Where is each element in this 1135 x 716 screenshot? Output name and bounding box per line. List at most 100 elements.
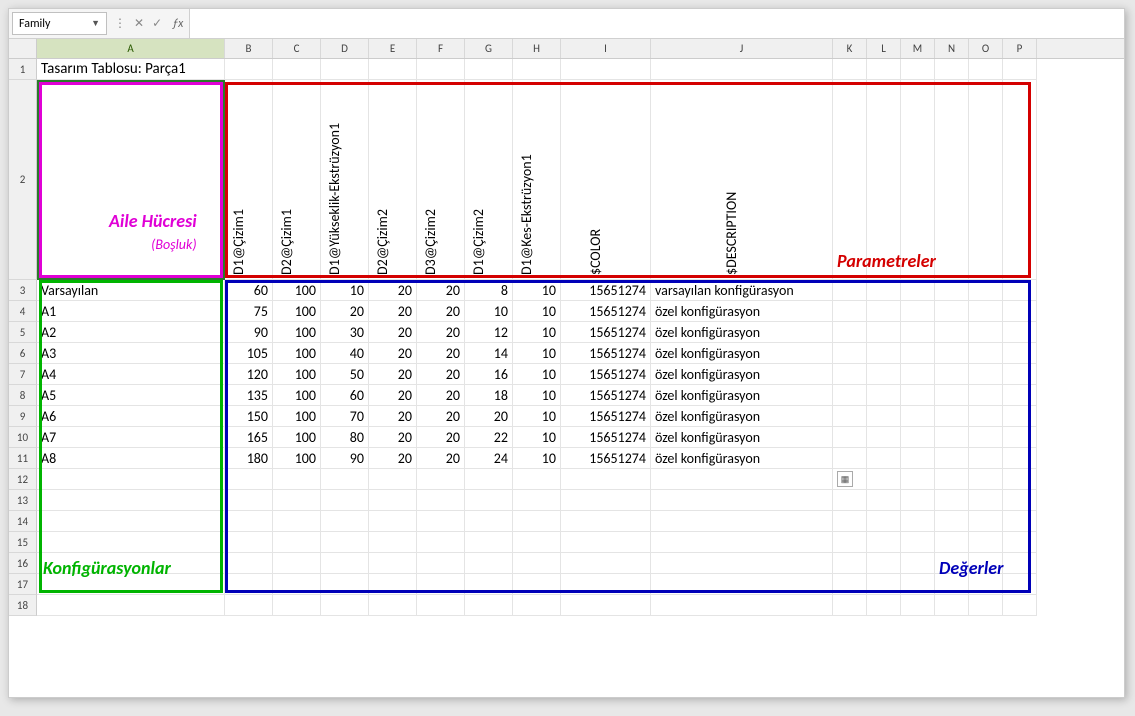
column-header-I[interactable]: I	[561, 39, 651, 58]
cell-L6[interactable]	[867, 343, 901, 364]
cell-E1[interactable]	[369, 59, 417, 80]
cell-N16[interactable]	[935, 553, 969, 574]
cell-D12[interactable]	[321, 469, 369, 490]
cell-H14[interactable]	[513, 511, 561, 532]
cell-C2[interactable]: D2@Çizim1	[273, 80, 321, 280]
cell-C17[interactable]	[273, 574, 321, 595]
cell-A17[interactable]	[37, 574, 225, 595]
cell-F9[interactable]: 20	[417, 406, 465, 427]
cell-N5[interactable]	[935, 322, 969, 343]
row-header-4[interactable]: 4	[9, 301, 37, 322]
cell-O2[interactable]	[969, 80, 1003, 280]
cell-K8[interactable]	[833, 385, 867, 406]
cell-C12[interactable]	[273, 469, 321, 490]
cell-G15[interactable]	[465, 532, 513, 553]
column-header-F[interactable]: F	[417, 39, 465, 58]
fx-icon[interactable]: ƒx	[166, 9, 189, 38]
cell-F16[interactable]	[417, 553, 465, 574]
column-header-H[interactable]: H	[513, 39, 561, 58]
column-header-B[interactable]: B	[225, 39, 273, 58]
cell-D14[interactable]	[321, 511, 369, 532]
cell-B3[interactable]: 60	[225, 280, 273, 301]
cell-M3[interactable]	[901, 280, 935, 301]
cell-N12[interactable]	[935, 469, 969, 490]
cell-F5[interactable]: 20	[417, 322, 465, 343]
cell-H4[interactable]: 10	[513, 301, 561, 322]
cell-C8[interactable]: 100	[273, 385, 321, 406]
cell-A12[interactable]	[37, 469, 225, 490]
row-header-17[interactable]: 17	[9, 574, 37, 595]
cell-M16[interactable]	[901, 553, 935, 574]
cell-M12[interactable]	[901, 469, 935, 490]
cell-G3[interactable]: 8	[465, 280, 513, 301]
cell-O3[interactable]	[969, 280, 1003, 301]
row-header-10[interactable]: 10	[9, 427, 37, 448]
row-header-3[interactable]: 3	[9, 280, 37, 301]
cell-E14[interactable]	[369, 511, 417, 532]
column-header-K[interactable]: K	[833, 39, 867, 58]
cell-K14[interactable]	[833, 511, 867, 532]
row-header-13[interactable]: 13	[9, 490, 37, 511]
cell-D5[interactable]: 30	[321, 322, 369, 343]
cell-K10[interactable]	[833, 427, 867, 448]
column-header-O[interactable]: O	[969, 39, 1003, 58]
cell-P15[interactable]	[1003, 532, 1037, 553]
cell-O14[interactable]	[969, 511, 1003, 532]
cell-J10[interactable]: özel konfigürasyon	[651, 427, 833, 448]
cell-A4[interactable]: A1	[37, 301, 225, 322]
cell-P3[interactable]	[1003, 280, 1037, 301]
cell-G16[interactable]	[465, 553, 513, 574]
cell-I5[interactable]: 15651274	[561, 322, 651, 343]
cell-P8[interactable]	[1003, 385, 1037, 406]
cell-K5[interactable]	[833, 322, 867, 343]
cell-D18[interactable]	[321, 595, 369, 616]
cell-O15[interactable]	[969, 532, 1003, 553]
cell-G2[interactable]: D1@Çizim2	[465, 80, 513, 280]
cell-B7[interactable]: 120	[225, 364, 273, 385]
cell-M6[interactable]	[901, 343, 935, 364]
cell-F14[interactable]	[417, 511, 465, 532]
cell-L13[interactable]	[867, 490, 901, 511]
row-header-11[interactable]: 11	[9, 448, 37, 469]
cell-P13[interactable]	[1003, 490, 1037, 511]
cell-I1[interactable]	[561, 59, 651, 80]
cell-L7[interactable]	[867, 364, 901, 385]
cell-O1[interactable]	[969, 59, 1003, 80]
cell-M5[interactable]	[901, 322, 935, 343]
cell-A18[interactable]	[37, 595, 225, 616]
cell-B18[interactable]	[225, 595, 273, 616]
cell-H2[interactable]: D1@Kes-Ekstrüzyon1	[513, 80, 561, 280]
cell-F2[interactable]: D3@Çizim2	[417, 80, 465, 280]
cell-C6[interactable]: 100	[273, 343, 321, 364]
cell-O12[interactable]	[969, 469, 1003, 490]
cell-O7[interactable]	[969, 364, 1003, 385]
name-box[interactable]: Family ▼	[12, 12, 107, 35]
cell-O18[interactable]	[969, 595, 1003, 616]
cell-F7[interactable]: 20	[417, 364, 465, 385]
cell-E6[interactable]: 20	[369, 343, 417, 364]
cell-N11[interactable]	[935, 448, 969, 469]
cell-D7[interactable]: 50	[321, 364, 369, 385]
cell-G18[interactable]	[465, 595, 513, 616]
cell-E17[interactable]	[369, 574, 417, 595]
cell-E9[interactable]: 20	[369, 406, 417, 427]
cell-P10[interactable]	[1003, 427, 1037, 448]
cell-A6[interactable]: A3	[37, 343, 225, 364]
cell-A1[interactable]: Tasarım Tablosu: Parça1	[37, 59, 225, 80]
cell-N14[interactable]	[935, 511, 969, 532]
cell-G4[interactable]: 10	[465, 301, 513, 322]
cell-L18[interactable]	[867, 595, 901, 616]
cell-N15[interactable]	[935, 532, 969, 553]
cell-C11[interactable]: 100	[273, 448, 321, 469]
cell-L14[interactable]	[867, 511, 901, 532]
cell-J6[interactable]: özel konfigürasyon	[651, 343, 833, 364]
cell-H8[interactable]: 10	[513, 385, 561, 406]
cell-B6[interactable]: 105	[225, 343, 273, 364]
cell-D13[interactable]	[321, 490, 369, 511]
cell-H5[interactable]: 10	[513, 322, 561, 343]
cell-A10[interactable]: A7	[37, 427, 225, 448]
cell-M8[interactable]	[901, 385, 935, 406]
cell-I16[interactable]	[561, 553, 651, 574]
cell-K17[interactable]	[833, 574, 867, 595]
cell-D16[interactable]	[321, 553, 369, 574]
